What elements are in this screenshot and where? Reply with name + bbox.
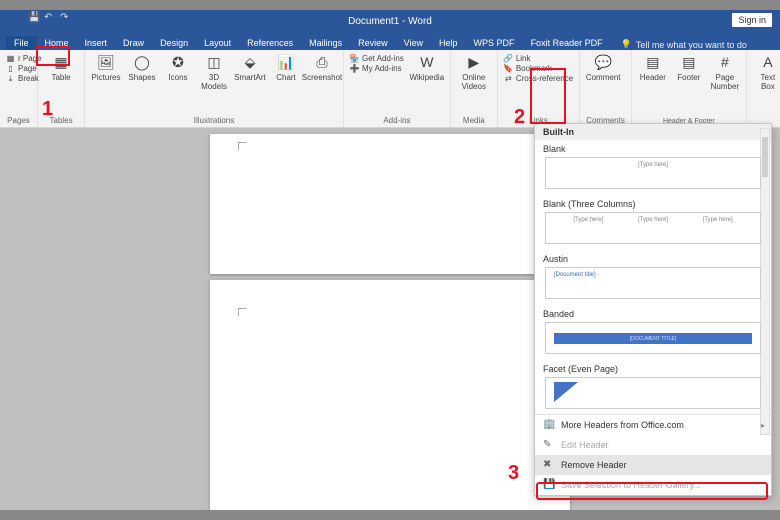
- page-number-button[interactable]: #Page Number: [710, 54, 740, 92]
- tab-insert[interactable]: Insert: [77, 36, 116, 50]
- icons-icon: ✪: [169, 54, 187, 72]
- comment-icon: 💬: [594, 54, 612, 72]
- save-icon[interactable]: 💾: [28, 12, 38, 22]
- sign-in-button[interactable]: Sign in: [732, 13, 772, 27]
- 3d-models-button[interactable]: ◫3D Models: [199, 54, 229, 92]
- tab-help[interactable]: Help: [431, 36, 466, 50]
- edit-icon: ✎: [543, 439, 555, 451]
- annotation-number-3: 3: [508, 462, 519, 485]
- text-box-button[interactable]: AText Box: [753, 54, 780, 92]
- tell-me[interactable]: 💡Tell me what you want to do: [621, 39, 747, 50]
- tab-wps-pdf[interactable]: WPS PDF: [466, 36, 523, 50]
- screenshot-button[interactable]: ⎙Screenshot: [307, 54, 337, 83]
- shapes-button[interactable]: ◯Shapes: [127, 54, 157, 83]
- my-addins-button[interactable]: ➕My Add-ins: [350, 64, 404, 73]
- page-number-icon: #: [716, 54, 734, 72]
- ribbon-tabs: File Home Insert Draw Design Layout Refe…: [0, 32, 780, 50]
- table-icon: ▦: [52, 54, 70, 72]
- shapes-icon: ◯: [133, 54, 151, 72]
- more-headers-button[interactable]: 🏢More Headers from Office.com▸: [535, 415, 771, 435]
- tab-draw[interactable]: Draw: [115, 36, 152, 50]
- header-option-blank[interactable]: Blank [Type here]: [535, 140, 771, 195]
- tab-file[interactable]: File: [6, 36, 37, 50]
- header-option-banded[interactable]: Banded [DOCUMENT TITLE]: [535, 305, 771, 360]
- tab-foxit-pdf[interactable]: Foxit Reader PDF: [523, 36, 611, 50]
- edit-header-button[interactable]: ✎Edit Header: [535, 435, 771, 455]
- link-button[interactable]: 🔗Link: [504, 54, 573, 63]
- page-break-button[interactable]: ⤓Break: [6, 74, 42, 83]
- dropdown-section-header: Built-In: [535, 124, 771, 140]
- header-option-facet-even[interactable]: Facet (Even Page): [535, 360, 771, 414]
- title-bar: 💾 ↶ ↷ Document1 - Word Sign in: [0, 10, 780, 32]
- save-gallery-icon: 💾: [543, 479, 555, 491]
- bookmark-button[interactable]: 🔖Bookmark: [504, 64, 573, 73]
- chart-button[interactable]: 📊Chart: [271, 54, 301, 83]
- tab-home[interactable]: Home: [37, 36, 77, 50]
- tab-references[interactable]: References: [239, 36, 301, 50]
- get-addins-button[interactable]: 🏪Get Add-ins: [350, 54, 404, 63]
- undo-icon[interactable]: ↶: [44, 12, 54, 22]
- header-option-blank-three-columns[interactable]: Blank (Three Columns) [Type here][Type h…: [535, 195, 771, 250]
- video-icon: ▶: [465, 54, 483, 72]
- pages-group-items: ▦r Page ▯Page ⤓Break: [6, 54, 42, 83]
- footer-icon: ▤: [680, 54, 698, 72]
- tab-review[interactable]: Review: [350, 36, 396, 50]
- chevron-right-icon: ▸: [761, 421, 765, 430]
- annotation-number-2: 2: [514, 106, 525, 129]
- pictures-button[interactable]: 🖼Pictures: [91, 54, 121, 83]
- cross-reference-button[interactable]: ⇄Cross-reference: [504, 74, 573, 83]
- quick-access-toolbar: 💾 ↶ ↷: [28, 12, 70, 22]
- pictures-icon: 🖼: [97, 54, 115, 72]
- table-button[interactable]: ▦Table: [44, 54, 78, 83]
- blank-page-button[interactable]: ▯Page: [6, 64, 42, 73]
- chart-icon: 📊: [277, 54, 295, 72]
- icons-button[interactable]: ✪Icons: [163, 54, 193, 83]
- tab-layout[interactable]: Layout: [196, 36, 239, 50]
- footer-button[interactable]: ▤Footer: [674, 54, 704, 83]
- online-videos-button[interactable]: ▶Online Videos: [457, 54, 491, 92]
- bulb-icon: 💡: [621, 39, 632, 50]
- header-button[interactable]: ▤Header: [638, 54, 668, 83]
- tab-view[interactable]: View: [396, 36, 431, 50]
- textbox-icon: A: [759, 54, 777, 72]
- smartart-icon: ⬙: [241, 54, 259, 72]
- cover-page-button[interactable]: ▦r Page: [6, 54, 42, 63]
- remove-icon: ✖: [543, 459, 555, 471]
- office-icon: 🏢: [543, 419, 555, 431]
- header-option-austin[interactable]: Austin [Document title]: [535, 250, 771, 305]
- tab-mailings[interactable]: Mailings: [301, 36, 350, 50]
- dropdown-scrollbar[interactable]: [760, 140, 770, 414]
- cube-icon: ◫: [205, 54, 223, 72]
- document-title: Document1 - Word: [348, 16, 432, 27]
- tab-design[interactable]: Design: [152, 36, 196, 50]
- save-selection-button[interactable]: 💾Save Selection to Header Gallery...: [535, 475, 771, 495]
- remove-header-button[interactable]: ✖Remove Header: [535, 455, 771, 475]
- page-1[interactable]: [210, 134, 570, 274]
- ribbon: ▦r Page ▯Page ⤓Break Pages ▦Table Tables…: [0, 50, 780, 128]
- wikipedia-button[interactable]: WWikipedia: [410, 54, 444, 83]
- header-gallery-dropdown: Built-In Blank [Type here] Blank (Three …: [534, 123, 772, 496]
- annotation-number-1: 1: [42, 98, 53, 121]
- smartart-button[interactable]: ⬙SmartArt: [235, 54, 265, 83]
- header-icon: ▤: [644, 54, 662, 72]
- comment-button[interactable]: 💬Comment: [586, 54, 620, 83]
- redo-icon[interactable]: ↷: [60, 12, 70, 22]
- wikipedia-icon: W: [418, 54, 436, 72]
- screenshot-icon: ⎙: [313, 54, 331, 72]
